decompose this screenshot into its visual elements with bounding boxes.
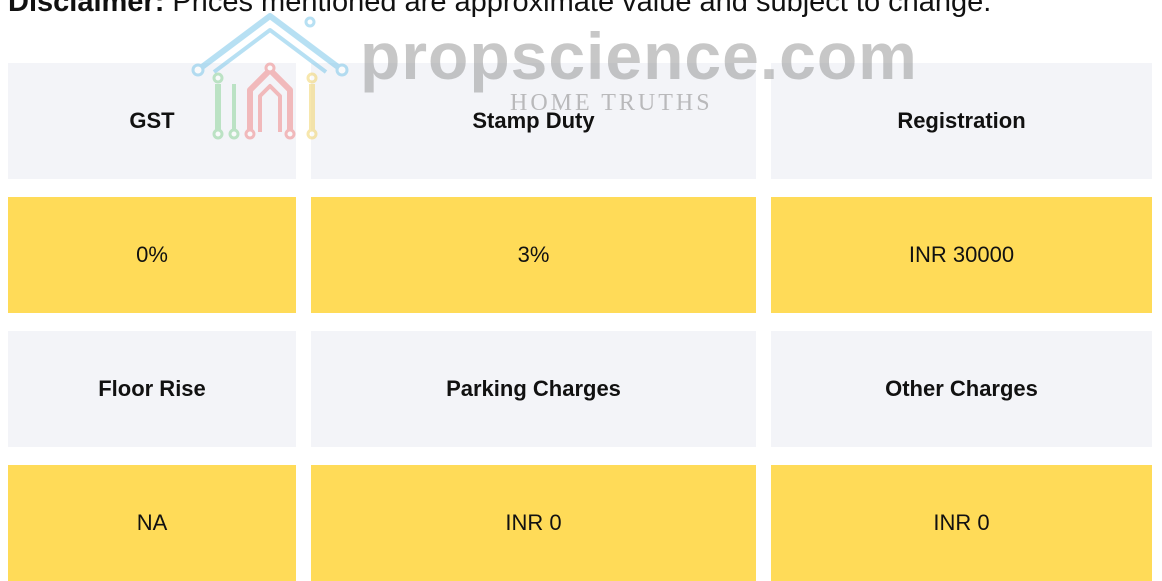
disclaimer: Disclaimer: Prices mentioned are approxi… bbox=[8, 0, 991, 18]
value-floor-rise: NA bbox=[8, 465, 296, 581]
row-spacer bbox=[8, 447, 1152, 465]
value-other-charges: INR 0 bbox=[771, 465, 1152, 581]
value-gst: 0% bbox=[8, 197, 296, 313]
header-gst: GST bbox=[8, 63, 296, 179]
header-registration: Registration bbox=[771, 63, 1152, 179]
charges-table: GST Stamp Duty Registration 0% 3% INR 30… bbox=[8, 63, 1152, 581]
value-stamp-duty: 3% bbox=[311, 197, 756, 313]
row-spacer bbox=[8, 313, 1152, 331]
header-parking-charges: Parking Charges bbox=[311, 331, 756, 447]
header-floor-rise: Floor Rise bbox=[8, 331, 296, 447]
value-parking-charges: INR 0 bbox=[311, 465, 756, 581]
disclaimer-label: Disclaimer: bbox=[8, 0, 165, 18]
header-stamp-duty: Stamp Duty bbox=[311, 63, 756, 179]
disclaimer-text: Prices mentioned are approximate value a… bbox=[164, 0, 992, 18]
header-other-charges: Other Charges bbox=[771, 331, 1152, 447]
value-registration: INR 30000 bbox=[771, 197, 1152, 313]
page: Disclaimer: Prices mentioned are approxi… bbox=[0, 0, 1162, 581]
row-spacer bbox=[8, 179, 1152, 197]
